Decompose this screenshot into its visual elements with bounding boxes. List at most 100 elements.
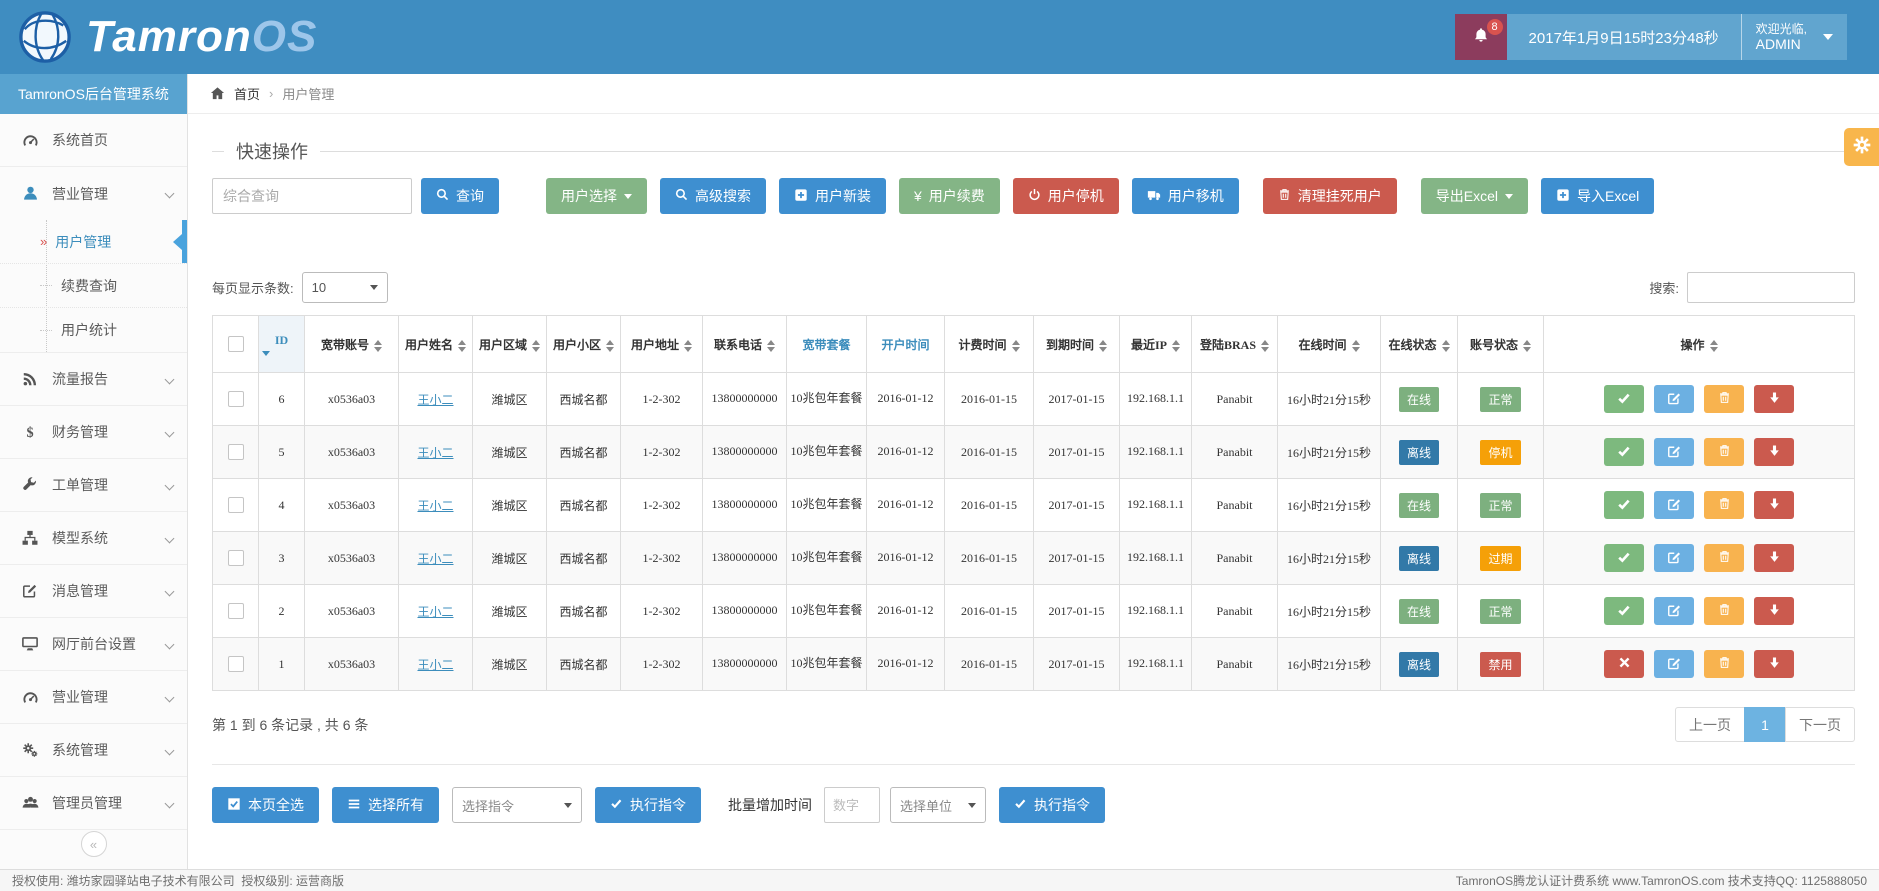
- column-header-account-status[interactable]: 账号状态: [1458, 316, 1544, 373]
- user-name-link[interactable]: 王小二: [417, 393, 453, 407]
- sidebar-item-portal-settings[interactable]: 网厅前台设置: [0, 618, 187, 671]
- prev-page-button[interactable]: 上一页: [1675, 707, 1745, 742]
- per-page-select[interactable]: 10: [302, 272, 388, 303]
- select-all-checkbox[interactable]: [228, 336, 244, 352]
- kick-user-button[interactable]: [1754, 544, 1794, 572]
- notifications-button[interactable]: 8: [1455, 14, 1507, 60]
- user-select-dropdown-button[interactable]: 用户选择: [546, 178, 647, 214]
- column-header-online-status[interactable]: 在线状态: [1381, 316, 1458, 373]
- breadcrumb-home-link[interactable]: 首页: [234, 84, 260, 103]
- column-header-actions[interactable]: 操作: [1544, 316, 1855, 373]
- export-excel-dropdown-button[interactable]: 导出Excel: [1421, 178, 1528, 214]
- column-header-open-date[interactable]: 开户时间: [867, 316, 945, 373]
- sidebar-item-business[interactable]: 营业管理: [0, 167, 187, 220]
- execute-command-button[interactable]: 执行指令: [595, 787, 701, 823]
- unit-select[interactable]: 选择单位: [890, 787, 986, 823]
- edit-user-button[interactable]: [1654, 438, 1694, 466]
- row-checkbox[interactable]: [228, 656, 244, 672]
- column-header-plan[interactable]: 宽带套餐: [787, 316, 867, 373]
- column-header-phone[interactable]: 联系电话: [703, 316, 787, 373]
- user-name-link[interactable]: 王小二: [417, 499, 453, 513]
- sidebar-item-dashboard[interactable]: 系统首页: [0, 114, 187, 167]
- column-header-name[interactable]: 用户姓名: [399, 316, 473, 373]
- column-header-bras[interactable]: 登陆BRAS: [1192, 316, 1278, 373]
- query-button[interactable]: 查询: [421, 178, 499, 214]
- user-name-link[interactable]: 王小二: [417, 446, 453, 460]
- delete-user-button[interactable]: [1704, 597, 1744, 625]
- column-header-bill-date[interactable]: 计费时间: [945, 316, 1034, 373]
- execute-batch-button[interactable]: 执行指令: [999, 787, 1105, 823]
- table-search-input[interactable]: [1687, 272, 1855, 303]
- user-relocate-button[interactable]: 用户移机: [1132, 178, 1239, 214]
- user-name-link[interactable]: 王小二: [417, 658, 453, 672]
- delete-user-button[interactable]: [1704, 438, 1744, 466]
- column-header-ip[interactable]: 最近IP: [1120, 316, 1192, 373]
- disable-user-button[interactable]: [1604, 438, 1644, 466]
- sidebar-item-messages[interactable]: 消息管理: [0, 565, 187, 618]
- enable-user-button[interactable]: [1604, 650, 1644, 678]
- user-suspend-button[interactable]: 用户停机: [1013, 178, 1119, 214]
- delete-user-button[interactable]: [1704, 544, 1744, 572]
- sidebar-item-business-2[interactable]: 营业管理: [0, 671, 187, 724]
- edit-user-button[interactable]: [1654, 544, 1694, 572]
- column-header-community[interactable]: 用户小区: [547, 316, 621, 373]
- sidebar-collapse-button[interactable]: «: [81, 831, 107, 857]
- edit-user-button[interactable]: [1654, 650, 1694, 678]
- sidebar-item-traffic-report[interactable]: 流量报告: [0, 353, 187, 406]
- sidebar-item-system-management[interactable]: 系统管理: [0, 724, 187, 777]
- sidebar-item-admin-management[interactable]: 管理员管理: [0, 777, 187, 830]
- column-header-account[interactable]: 宽带账号: [305, 316, 399, 373]
- column-header-expire-date[interactable]: 到期时间: [1034, 316, 1120, 373]
- disable-user-button[interactable]: [1604, 385, 1644, 413]
- delete-user-button[interactable]: [1704, 491, 1744, 519]
- advanced-search-button[interactable]: 高级搜索: [660, 178, 766, 214]
- column-header-address[interactable]: 用户地址: [621, 316, 703, 373]
- disable-user-button[interactable]: [1604, 597, 1644, 625]
- edit-user-button[interactable]: [1654, 597, 1694, 625]
- home-icon[interactable]: [210, 86, 225, 101]
- column-header-online-time[interactable]: 在线时间: [1278, 316, 1381, 373]
- select-all-button[interactable]: 选择所有: [332, 787, 439, 823]
- settings-gear-tab[interactable]: [1844, 128, 1879, 166]
- dollar-icon: $: [18, 424, 42, 440]
- kick-user-button[interactable]: [1754, 491, 1794, 519]
- select-page-button[interactable]: 本页全选: [212, 787, 319, 823]
- column-header-id[interactable]: ID: [259, 316, 305, 373]
- clean-dead-users-button[interactable]: 清理挂死用户: [1263, 178, 1397, 214]
- row-checkbox[interactable]: [228, 550, 244, 566]
- row-checkbox[interactable]: [228, 497, 244, 513]
- cell-expire-date: 2017-01-15: [1049, 445, 1105, 459]
- edit-user-button[interactable]: [1654, 491, 1694, 519]
- kick-user-button[interactable]: [1754, 385, 1794, 413]
- user-renew-button[interactable]: ¥ 用户续费: [899, 178, 1000, 214]
- sidebar-item-model-system[interactable]: 模型系统: [0, 512, 187, 565]
- column-header-region[interactable]: 用户区域: [473, 316, 547, 373]
- delete-user-button[interactable]: [1704, 385, 1744, 413]
- row-checkbox[interactable]: [228, 603, 244, 619]
- delete-user-button[interactable]: [1704, 650, 1744, 678]
- kick-user-button[interactable]: [1754, 438, 1794, 466]
- row-checkbox[interactable]: [228, 391, 244, 407]
- batch-number-input[interactable]: [824, 787, 880, 823]
- sidebar-item-user-stats[interactable]: 用户统计: [0, 308, 187, 352]
- brand-logo[interactable]: TamronOS: [0, 10, 317, 64]
- new-user-button[interactable]: 用户新装: [779, 178, 886, 214]
- user-name-link[interactable]: 王小二: [417, 605, 453, 619]
- kick-user-button[interactable]: [1754, 650, 1794, 678]
- command-select[interactable]: 选择指令: [452, 787, 582, 823]
- account-dropdown[interactable]: 欢迎光临, ADMIN: [1741, 14, 1847, 60]
- combined-search-input[interactable]: [212, 178, 412, 214]
- row-checkbox[interactable]: [228, 444, 244, 460]
- user-name-link[interactable]: 王小二: [417, 552, 453, 566]
- next-page-button[interactable]: 下一页: [1785, 707, 1855, 742]
- kick-user-button[interactable]: [1754, 597, 1794, 625]
- sidebar-item-renewal-query[interactable]: 续费查询: [0, 264, 187, 308]
- page-1-button[interactable]: 1: [1744, 707, 1786, 742]
- import-excel-button[interactable]: 导入Excel: [1541, 178, 1654, 214]
- edit-user-button[interactable]: [1654, 385, 1694, 413]
- sidebar-item-finance[interactable]: $ 财务管理: [0, 406, 187, 459]
- disable-user-button[interactable]: [1604, 491, 1644, 519]
- sidebar-item-user-management[interactable]: » 用户管理: [0, 220, 187, 264]
- sidebar-item-work-orders[interactable]: 工单管理: [0, 459, 187, 512]
- disable-user-button[interactable]: [1604, 544, 1644, 572]
